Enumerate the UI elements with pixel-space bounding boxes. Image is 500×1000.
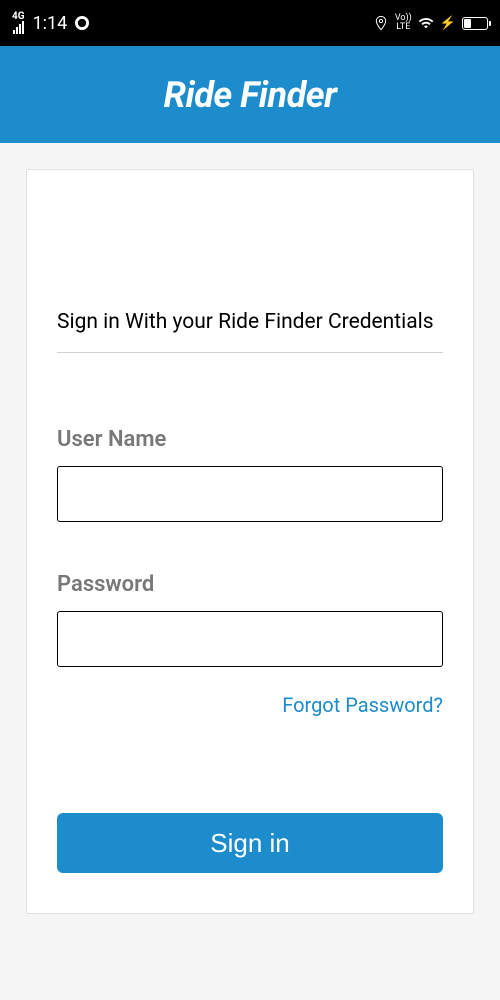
network-indicator: 4G xyxy=(12,12,25,34)
signal-bars-icon xyxy=(13,22,24,34)
status-left: 4G 1:14 xyxy=(12,12,89,34)
forgot-password-link[interactable]: Forgot Password? xyxy=(57,693,443,717)
signin-title: Sign in With your Ride Finder Credential… xyxy=(57,310,443,353)
username-input[interactable] xyxy=(57,466,443,522)
signin-card: Sign in With your Ride Finder Credential… xyxy=(26,169,474,914)
charging-icon: ⚡ xyxy=(440,16,456,31)
status-bar: 4G 1:14 Vo)) LTE ⚡ xyxy=(0,0,500,46)
app-header: Ride Finder xyxy=(0,46,500,143)
wifi-icon xyxy=(418,15,434,31)
app-title: Ride Finder xyxy=(164,74,337,116)
volte-indicator: Vo)) LTE xyxy=(395,14,412,32)
password-label: Password xyxy=(57,572,443,597)
signin-button[interactable]: Sign in xyxy=(57,813,443,873)
password-input[interactable] xyxy=(57,611,443,667)
notification-icon xyxy=(75,16,89,30)
username-label: User Name xyxy=(57,427,443,452)
clock-time: 1:14 xyxy=(33,13,68,34)
status-right: Vo)) LTE ⚡ xyxy=(373,14,488,32)
battery-icon xyxy=(462,17,488,30)
location-icon xyxy=(373,15,389,31)
